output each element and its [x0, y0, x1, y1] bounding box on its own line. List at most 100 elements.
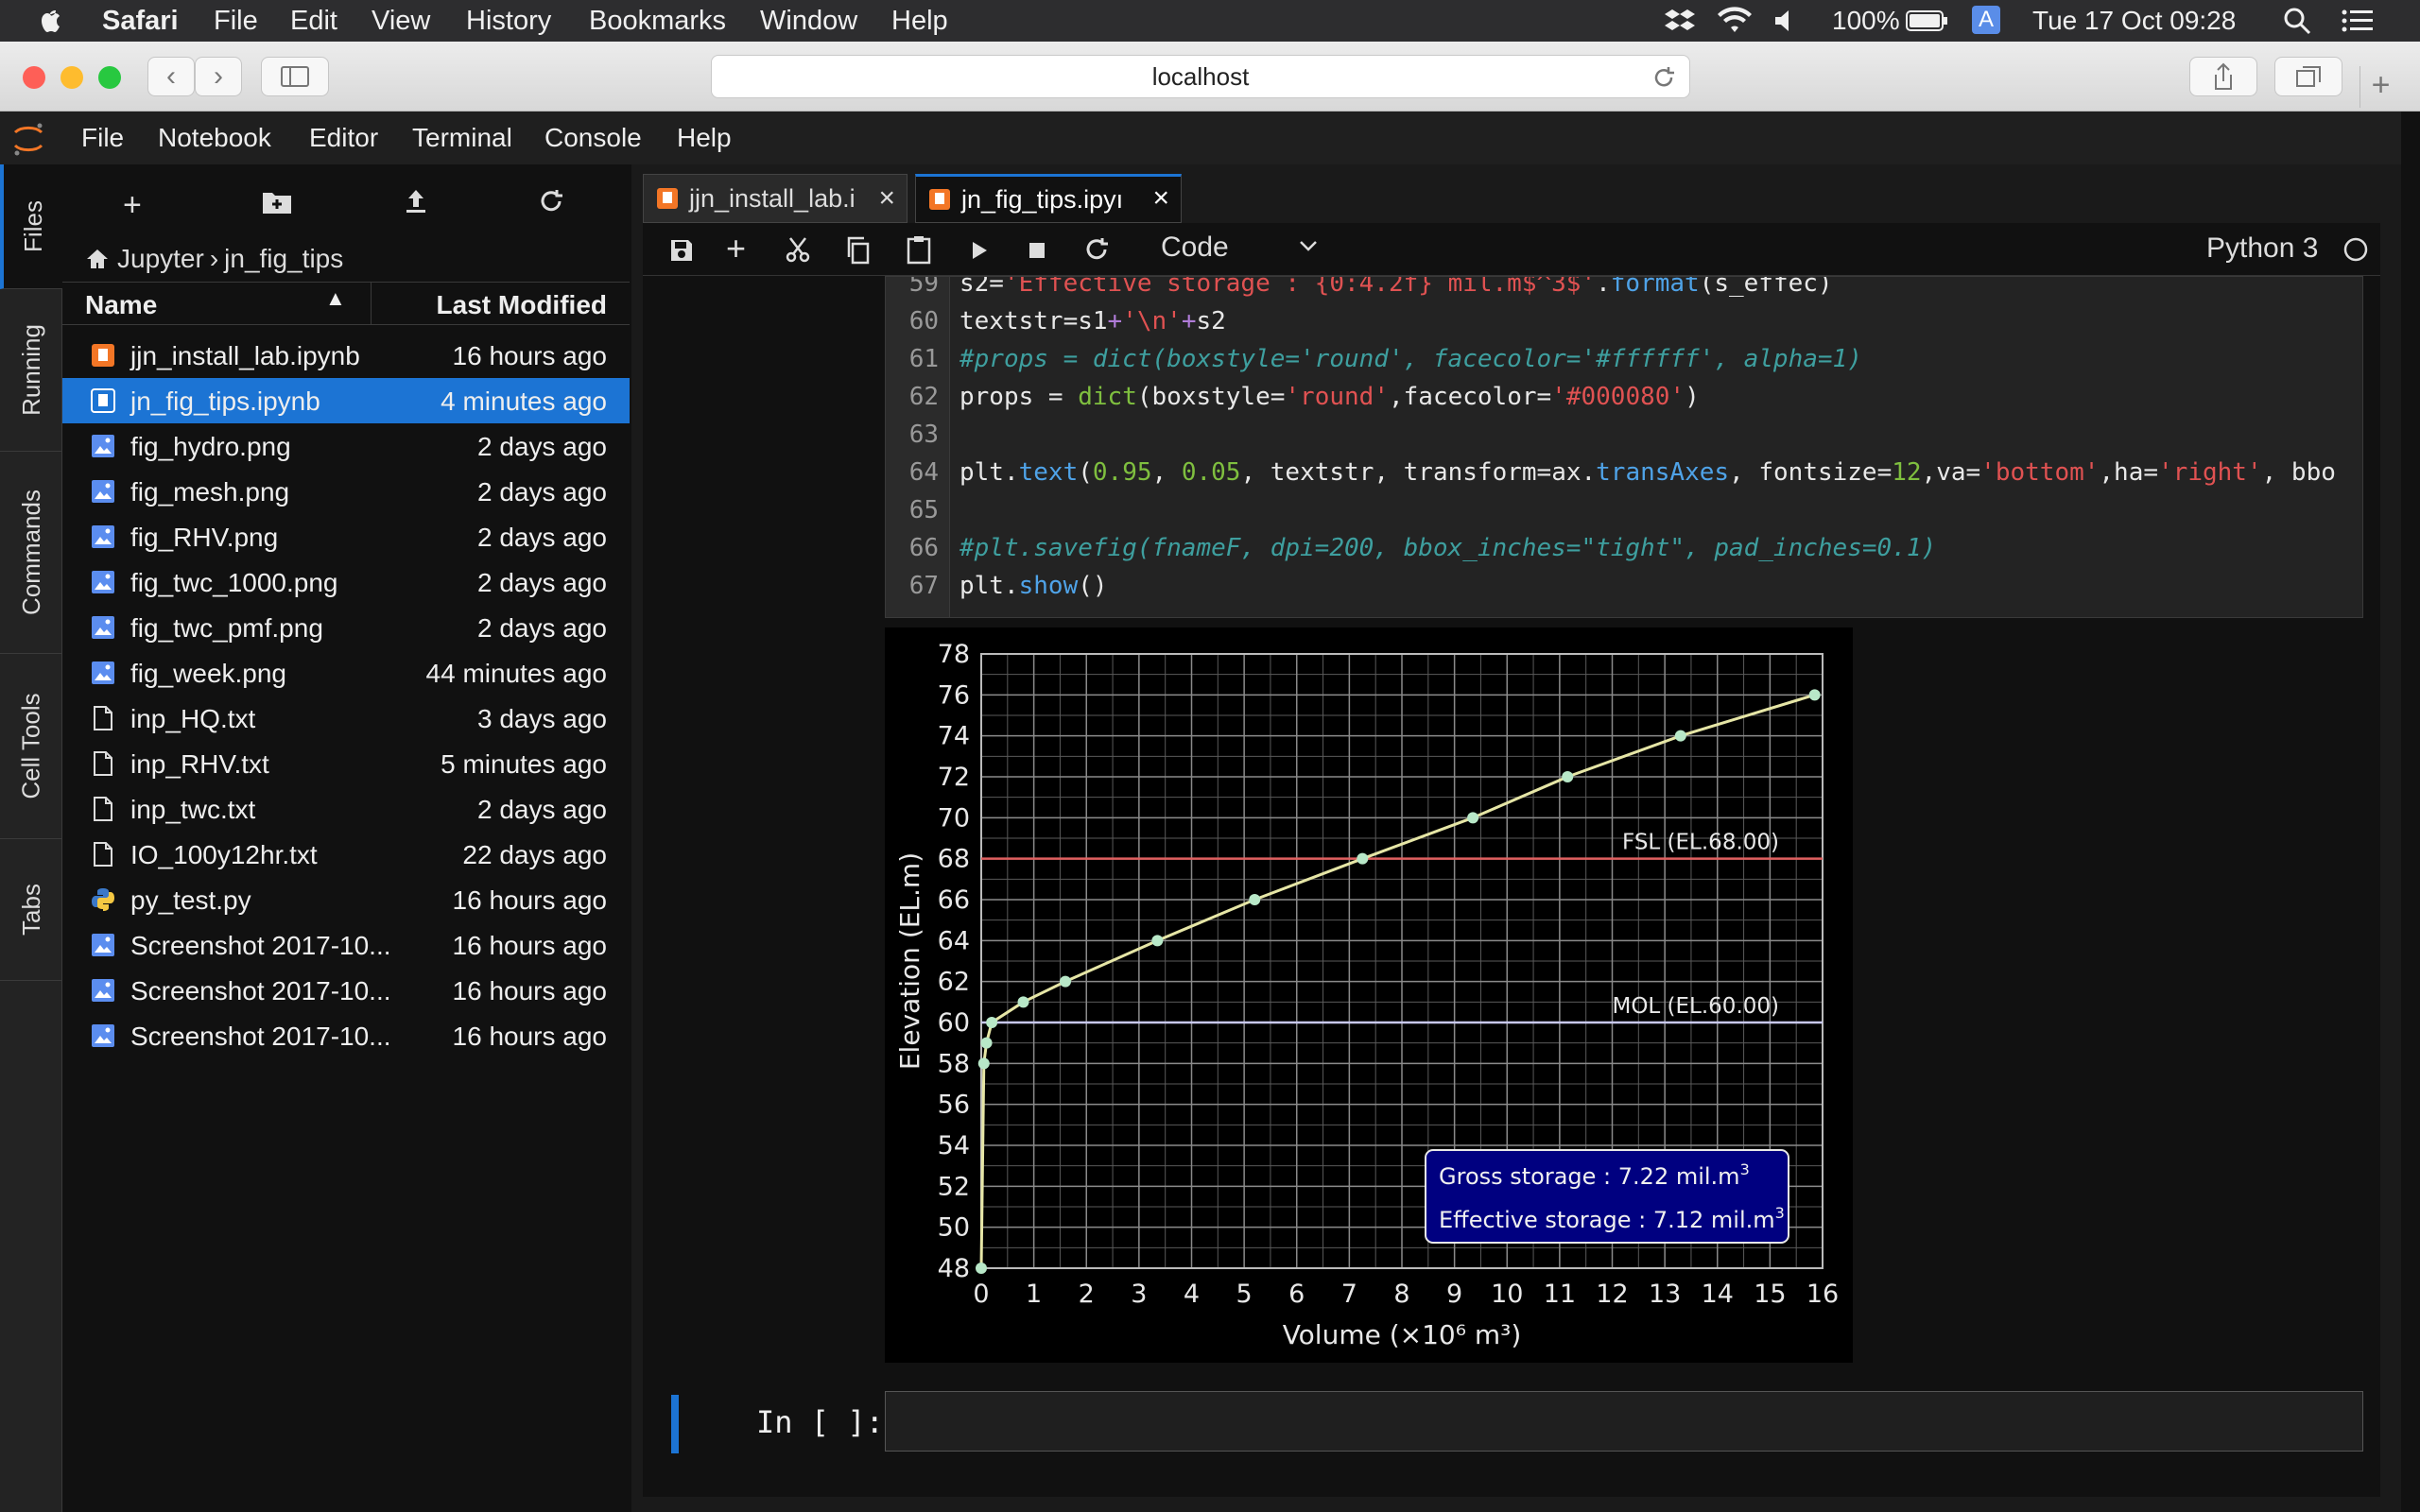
tab-overview-button[interactable] — [2274, 57, 2342, 96]
lab-menu-file[interactable]: File — [81, 123, 124, 153]
file-row[interactable]: fig_twc_pmf.png 2 days ago — [62, 605, 630, 650]
file-row[interactable]: Screenshot 2017-10... 16 hours ago — [62, 1013, 630, 1058]
file-row[interactable]: inp_RHV.txt 5 minutes ago — [62, 741, 630, 786]
sidebar-icon — [281, 66, 309, 87]
doc-tab-fig-tips[interactable]: jn_fig_tips.ipyı × — [915, 174, 1182, 223]
file-row[interactable]: inp_twc.txt 2 days ago — [62, 786, 630, 832]
lab-menu-console[interactable]: Console — [544, 123, 642, 153]
menubar-history[interactable]: History — [466, 4, 551, 38]
breadcrumb-root[interactable]: Jupyter — [117, 244, 204, 274]
menubar-file[interactable]: File — [214, 4, 258, 38]
side-tab-label: Tabs — [16, 884, 45, 936]
paste-icon[interactable] — [906, 234, 932, 265]
cut-icon[interactable] — [785, 236, 811, 263]
upload-icon[interactable] — [403, 187, 429, 215]
new-folder-icon[interactable] — [261, 189, 293, 215]
sort-ascending-icon[interactable]: ▲ — [325, 286, 346, 311]
forward-button[interactable]: › — [195, 57, 242, 96]
jupyter-logo-icon — [13, 123, 43, 156]
cell-type-value: Code — [1161, 232, 1229, 263]
notebook-body[interactable]: 59 s2='Effective storage : {0:4.2f} mil.m… — [643, 276, 2380, 1501]
code-text: textstr=s1+'\n'+s2 — [959, 307, 1226, 335]
kernel-name[interactable]: Python 3 — [2206, 232, 2318, 265]
image-file-icon — [92, 525, 114, 548]
lab-menu-editor[interactable]: Editor — [309, 123, 378, 153]
mac-menubar: Safari File Edit View History Bookmarks … — [0, 0, 2420, 42]
input-source-badge[interactable]: A — [1972, 6, 2000, 34]
reference-line-label: MOL (EL.60.00) — [1612, 994, 1779, 1019]
side-tab-files[interactable]: Files — [0, 164, 62, 289]
reference-line-label: FSL (EL.68.00) — [1622, 831, 1779, 855]
menubar-window[interactable]: Window — [760, 4, 857, 38]
menubar-edit[interactable]: Edit — [290, 4, 337, 38]
lab-menu-terminal[interactable]: Terminal — [412, 123, 512, 153]
menubar-help[interactable]: Help — [891, 4, 948, 38]
sidebar-toggle-button[interactable] — [261, 57, 329, 96]
home-icon[interactable] — [85, 248, 110, 270]
side-tab-tabs[interactable]: Tabs — [0, 839, 62, 981]
restart-kernel-icon[interactable] — [1083, 236, 1110, 263]
menubar-view[interactable]: View — [372, 4, 430, 38]
y-tick-label: 70 — [938, 803, 970, 833]
side-tab-commands[interactable]: Commands — [0, 452, 62, 654]
side-tab-cell-tools[interactable]: Cell Tools — [0, 654, 62, 839]
save-icon[interactable] — [669, 238, 694, 263]
close-tab-icon[interactable]: × — [878, 182, 895, 215]
side-tab-running[interactable]: Running — [0, 289, 62, 452]
run-icon[interactable] — [970, 240, 989, 261]
menubar-bookmarks[interactable]: Bookmarks — [589, 4, 726, 38]
y-tick-label: 68 — [938, 845, 970, 874]
file-row[interactable]: fig_RHV.png 2 days ago — [62, 514, 630, 559]
address-bar[interactable]: localhost — [711, 55, 1690, 98]
lab-menu-notebook[interactable]: Notebook — [158, 123, 271, 153]
wifi-icon[interactable] — [1716, 6, 1754, 36]
menubar-app-name[interactable]: Safari — [102, 4, 179, 38]
breadcrumb-current[interactable]: jn_fig_tips — [224, 244, 343, 274]
file-row[interactable]: Screenshot 2017-10... 16 hours ago — [62, 922, 630, 968]
spotlight-search-icon[interactable] — [2282, 6, 2312, 36]
file-row[interactable]: py_test.py 16 hours ago — [62, 877, 630, 922]
notebook-file-icon — [91, 388, 115, 413]
file-row[interactable]: fig_mesh.png 2 days ago — [62, 469, 630, 514]
file-row[interactable]: fig_twc_1000.png 2 days ago — [62, 559, 630, 605]
file-row[interactable]: jn_fig_tips.ipynb 4 minutes ago — [62, 378, 630, 423]
file-row[interactable]: fig_week.png 44 minutes ago — [62, 650, 630, 696]
file-row[interactable]: fig_hydro.png 2 days ago — [62, 423, 630, 469]
lab-menu-help[interactable]: Help — [677, 123, 732, 153]
column-name-header[interactable]: Name — [85, 290, 157, 320]
input-cell: In [ ]: — [643, 1391, 2380, 1457]
new-tab-button[interactable]: + — [2360, 66, 2401, 108]
code-cell-editor[interactable]: 59 s2='Effective storage : {0:4.2f} mil.m… — [885, 276, 2363, 618]
file-row[interactable]: Screenshot 2017-10... 16 hours ago — [62, 968, 630, 1013]
new-launcher-button[interactable]: + — [123, 187, 142, 224]
image-file-icon — [92, 1024, 114, 1047]
x-tick-label: 16 — [1806, 1280, 1839, 1309]
close-tab-icon[interactable]: × — [1152, 182, 1169, 215]
menubar-clock[interactable]: Tue 17 Oct 09:28 — [2032, 4, 2236, 38]
volume-icon[interactable] — [1772, 8, 1801, 34]
doc-tab-install-lab[interactable]: jjn_install_lab.i × — [643, 174, 908, 223]
copy-icon[interactable] — [845, 236, 872, 265]
file-row[interactable]: IO_100y12hr.txt 22 days ago — [62, 832, 630, 877]
battery-icon[interactable] — [1906, 9, 1949, 32]
insert-cell-button[interactable]: + — [726, 229, 746, 268]
share-button[interactable] — [2189, 57, 2257, 96]
window-zoom-button[interactable] — [98, 66, 121, 89]
apple-icon[interactable] — [38, 6, 62, 34]
refresh-icon[interactable] — [537, 187, 565, 215]
file-row[interactable]: jjn_install_lab.ipynb 16 hours ago — [62, 333, 630, 378]
file-row[interactable]: inp_HQ.txt 3 days ago — [62, 696, 630, 741]
file-browser: + Jupyter › jn_fig_tips Name ▲ Last Modi… — [62, 164, 630, 1512]
reload-icon[interactable] — [1651, 65, 1676, 90]
cell-type-select[interactable]: Code — [1161, 229, 1331, 266]
stop-icon[interactable] — [1028, 242, 1046, 259]
dropbox-icon[interactable] — [1664, 8, 1696, 34]
input-cell-editor[interactable] — [885, 1391, 2363, 1452]
column-modified-header[interactable]: Last Modified — [437, 290, 607, 320]
window-close-button[interactable] — [23, 66, 45, 89]
code-line: 62 props = dict(boxstyle='round',facecolo… — [886, 379, 2362, 417]
notification-center-icon[interactable] — [2341, 8, 2375, 34]
window-minimize-button[interactable] — [60, 66, 83, 89]
back-button[interactable]: ‹ — [147, 57, 195, 96]
image-file-icon — [92, 435, 114, 457]
